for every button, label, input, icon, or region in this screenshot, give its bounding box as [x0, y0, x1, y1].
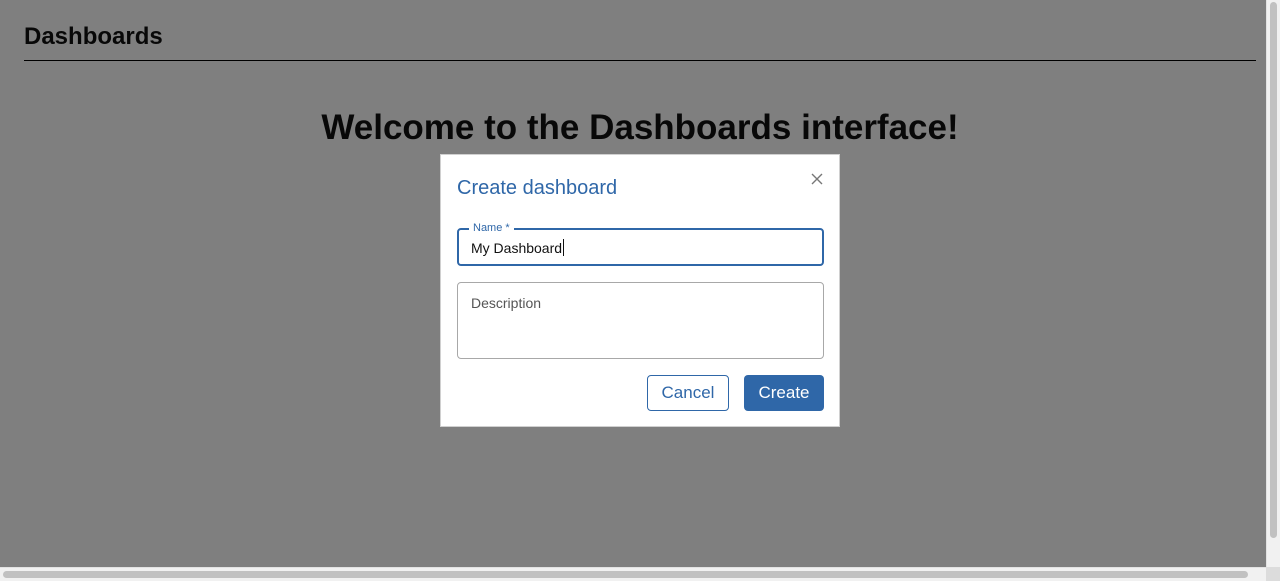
description-placeholder: Description [471, 295, 542, 311]
name-input[interactable]: My Dashboard [471, 239, 565, 257]
horizontal-scrollbar-thumb[interactable] [3, 571, 1248, 578]
text-caret [563, 239, 565, 256]
close-icon [811, 173, 823, 185]
create-button[interactable]: Create [744, 375, 824, 411]
horizontal-scrollbar[interactable] [0, 567, 1266, 581]
vertical-scrollbar[interactable] [1266, 0, 1280, 581]
description-field[interactable]: Description [457, 282, 824, 359]
dialog-title: Create dashboard [457, 177, 618, 199]
name-field[interactable]: Name * My Dashboard [457, 221, 824, 266]
vertical-scrollbar-thumb[interactable] [1270, 2, 1277, 538]
name-label: Name * [469, 221, 514, 235]
cancel-button[interactable]: Cancel [647, 375, 729, 411]
close-button[interactable] [807, 169, 827, 189]
scrollbar-corner [1266, 567, 1280, 581]
create-dashboard-dialog: Create dashboard Name * My Dashboard Des… [440, 154, 840, 427]
name-input-value: My Dashboard [471, 240, 563, 256]
